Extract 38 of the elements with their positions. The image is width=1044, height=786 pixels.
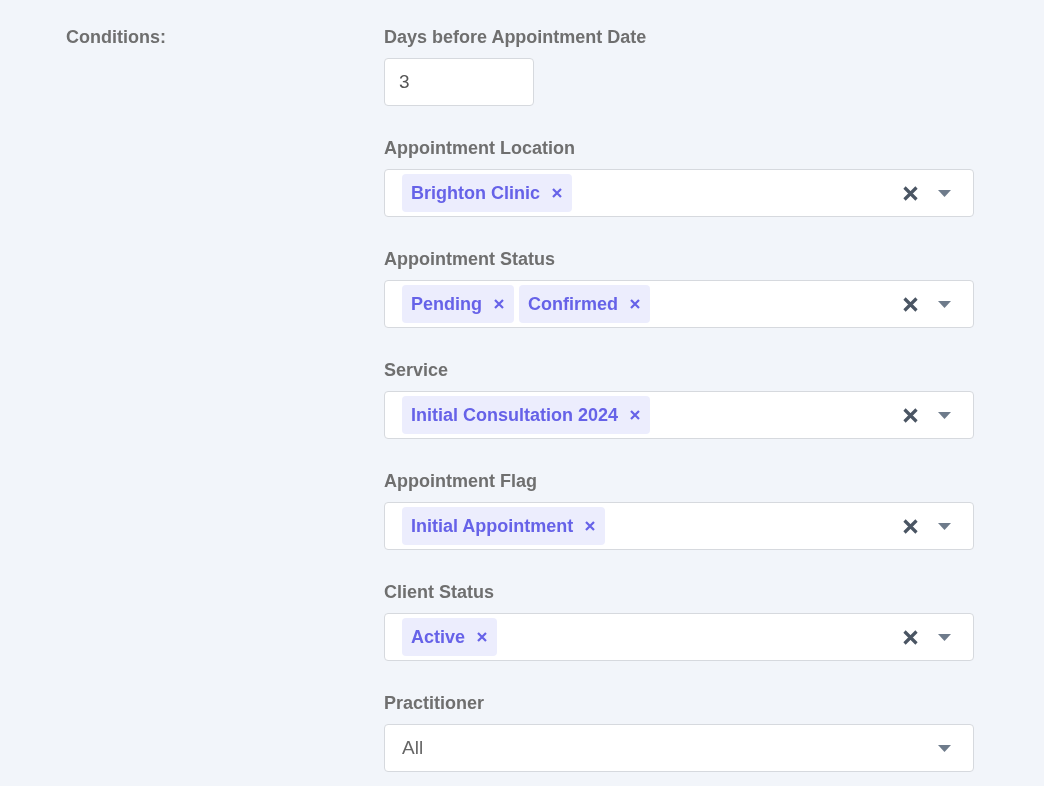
clear-icon[interactable] <box>903 629 918 645</box>
remove-icon[interactable] <box>585 521 596 531</box>
selected-tag[interactable]: Active <box>402 618 498 656</box>
multiselect-field[interactable]: Active <box>384 613 974 661</box>
selected-tag[interactable]: Initial Consultation 2024 <box>402 396 651 434</box>
remove-icon[interactable] <box>494 299 504 309</box>
number-input[interactable]: 3 <box>384 58 534 106</box>
remove-icon[interactable] <box>630 410 641 420</box>
clear-icon[interactable] <box>903 518 918 534</box>
dropdown-caret-icon <box>938 189 951 197</box>
dropdown-caret-icon <box>938 522 951 530</box>
selected-tag[interactable]: Confirmed <box>519 285 650 323</box>
clear-icon[interactable] <box>903 407 918 423</box>
field-label: Days before Appointment Date <box>384 26 647 49</box>
field-label: Service <box>384 359 449 382</box>
multiselect-field[interactable]: Initial Appointment <box>384 502 974 550</box>
select-field[interactable]: All <box>384 724 974 772</box>
selected-tag[interactable]: Brighton Clinic <box>402 174 572 212</box>
dropdown-caret-icon <box>938 633 951 641</box>
field-label: Appointment Location <box>384 137 575 160</box>
selected-tag[interactable]: Pending <box>402 285 514 323</box>
selected-tag[interactable]: Initial Appointment <box>402 507 606 545</box>
remove-icon[interactable] <box>630 299 640 309</box>
dropdown-caret-icon <box>938 300 951 308</box>
section-label: Conditions: <box>66 27 166 47</box>
field-label: Client Status <box>384 581 494 604</box>
multiselect-field[interactable]: Brighton Clinic <box>384 169 974 217</box>
multiselect-field[interactable]: Initial Consultation 2024 <box>384 391 974 439</box>
dropdown-caret-icon <box>938 411 951 419</box>
remove-icon[interactable] <box>552 188 562 198</box>
clear-icon[interactable] <box>903 185 918 201</box>
remove-icon[interactable] <box>477 632 488 642</box>
field-label: Appointment Flag <box>384 470 537 493</box>
field-label: Appointment Status <box>384 248 555 271</box>
multiselect-field[interactable]: Pending Confirmed <box>384 280 974 328</box>
clear-icon[interactable] <box>903 296 918 312</box>
dropdown-caret-icon <box>938 744 951 752</box>
field-label: Practitioner <box>384 692 485 715</box>
